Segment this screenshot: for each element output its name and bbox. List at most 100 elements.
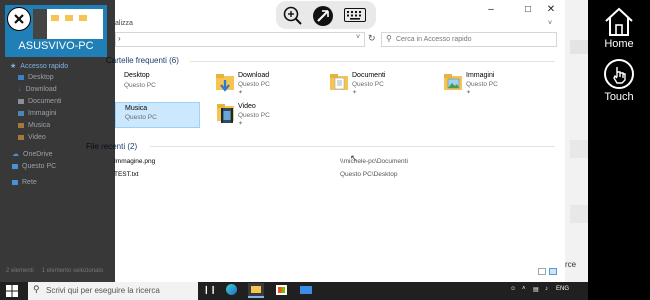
tile-immagini[interactable]: Immagini Questo PC ✦	[442, 72, 542, 102]
network-tray-icon[interactable]: ▤	[533, 286, 539, 293]
mail-icon[interactable]	[300, 286, 312, 294]
recent-file-row[interactable]: Immagine.png \\michele-pc\Documenti	[110, 157, 555, 168]
network-icon	[12, 180, 18, 185]
close-session-button[interactable]	[7, 7, 31, 31]
nav-item-rete[interactable]: Rete	[12, 179, 37, 186]
session-name: ASUSVIVO-PC	[18, 40, 94, 52]
tile-desktop[interactable]: Desktop Questo PC	[116, 72, 196, 98]
home-button[interactable]	[603, 6, 635, 38]
recent-file-row[interactable]: TEST.txt Questo PC\Desktop	[110, 170, 555, 181]
nav-label: Immagini	[28, 110, 57, 117]
tile-label: Desktop	[124, 72, 150, 79]
expand-ribbon-icon[interactable]: ˅	[548, 20, 552, 27]
home-icon	[605, 7, 633, 36]
tile-download[interactable]: Download Questo PC ✦	[214, 72, 314, 102]
pin-icon: ✦	[466, 90, 472, 96]
tiles-view-icon[interactable]	[549, 268, 557, 275]
tile-musica[interactable]: Musica Questo PC	[115, 102, 200, 128]
store-icon[interactable]	[276, 285, 287, 295]
nav-item-quick-access[interactable]: ★ Accesso rapido	[10, 62, 69, 71]
search-icon: ⚲	[386, 34, 392, 43]
chevron-down-icon[interactable]: ˅	[356, 34, 360, 41]
close-window-button[interactable]: ✕	[540, 3, 562, 17]
edge-icon[interactable]	[226, 284, 237, 295]
tile-label: Documenti	[352, 72, 386, 79]
touch-hand-icon	[613, 67, 626, 84]
details-view-icon[interactable]	[538, 268, 546, 275]
connection-icon[interactable]	[313, 6, 333, 26]
language-indicator[interactable]: ENG	[556, 286, 569, 292]
address-bar[interactable]: ›	[115, 32, 365, 47]
divider	[190, 61, 555, 62]
tile-location: Questo PC	[125, 114, 157, 121]
tile-location: Questo PC	[238, 112, 270, 119]
file-name: TEST.txt	[114, 171, 139, 178]
nav-item-questo-pc[interactable]: Questo PC	[12, 163, 56, 170]
nav-item-immagini[interactable]: Immagini	[18, 110, 56, 117]
tile-documenti[interactable]: Documenti Questo PC ✦	[328, 72, 428, 102]
nav-label: Accesso rapido	[20, 62, 69, 70]
nav-item-documenti[interactable]: Documenti	[18, 98, 61, 105]
refresh-icon[interactable]: ↻	[368, 33, 376, 44]
search-placeholder: Cerca in Accesso rapido	[396, 36, 472, 43]
pin-icon: ✦	[238, 90, 244, 96]
status-text: 2 elementi 1 elemento selezionato	[6, 268, 103, 274]
pin-icon: ✦	[352, 90, 358, 96]
file-name: Immagine.png	[114, 158, 156, 165]
nav-label: Rete	[22, 179, 37, 186]
nav-item-desktop[interactable]: Desktop	[18, 74, 54, 81]
close-icon	[14, 14, 24, 24]
search-input[interactable]: ⚲ Cerca in Accesso rapido	[381, 32, 557, 47]
tile-label: Immagini	[466, 72, 495, 79]
minimize-button[interactable]: –	[480, 3, 502, 17]
tile-location: Questo PC	[352, 81, 384, 88]
maximize-button[interactable]: □	[517, 3, 539, 17]
keyboard-icon[interactable]	[344, 8, 366, 22]
nav-label: Documenti	[28, 98, 62, 105]
nav-label: Desktop	[28, 74, 54, 81]
file-explorer-taskbar-icon[interactable]	[248, 283, 264, 298]
computer-icon	[12, 164, 18, 169]
bg-text: rce	[565, 260, 577, 269]
zoom-in-icon[interactable]	[283, 6, 303, 26]
mouse-cursor-icon: ↖	[350, 153, 358, 163]
tile-location: Questo PC	[124, 82, 156, 89]
documents-icon	[18, 99, 24, 104]
nav-item-musica[interactable]: Musica	[18, 122, 50, 129]
tile-label: Musica	[125, 105, 148, 112]
windows-start-icon[interactable]	[6, 285, 18, 297]
chevron-right-icon: ›	[118, 34, 121, 43]
nav-item-download[interactable]: ↓ Download	[18, 86, 57, 93]
chevron-up-icon[interactable]: ˄	[522, 286, 526, 292]
nav-item-video[interactable]: Video	[18, 134, 46, 141]
divider	[150, 146, 555, 147]
video-folder-icon	[217, 104, 234, 123]
video-icon	[18, 135, 24, 140]
task-view-icon[interactable]: ❙❙	[203, 285, 216, 294]
nav-item-onedrive[interactable]: ☁ OneDrive	[12, 150, 53, 159]
people-icon[interactable]: ☺	[510, 286, 516, 292]
window-title: alizza	[115, 20, 133, 27]
nav-label: OneDrive	[23, 150, 53, 158]
tile-location: Questo PC	[238, 81, 270, 88]
nav-label: Questo PC	[22, 163, 57, 170]
documents-folder-icon	[330, 74, 348, 90]
touch-button[interactable]	[604, 59, 634, 89]
download-icon: ↓	[18, 86, 22, 93]
thumbnail-preview	[33, 9, 103, 39]
taskbar-search-placeholder: Scrivi qui per eseguire la ricerca	[46, 286, 160, 295]
home-label: Home	[604, 38, 634, 50]
pin-icon: ✦	[238, 121, 244, 127]
file-path: Questo PC\Desktop	[340, 171, 398, 178]
tile-video[interactable]: Video Questo PC ✦	[214, 103, 314, 129]
nav-label: Musica	[28, 122, 51, 129]
star-icon: ★	[10, 63, 17, 70]
background-window: rce	[565, 0, 590, 300]
volume-icon[interactable]: ♪	[545, 286, 548, 292]
tile-label: Video	[238, 103, 256, 110]
touch-label: Touch	[604, 91, 634, 103]
frequent-folders-heading[interactable]: Cartelle frequenti (6)	[106, 56, 179, 65]
download-folder-icon	[216, 74, 234, 92]
search-icon: ⚲	[33, 284, 40, 294]
music-icon	[18, 123, 24, 128]
